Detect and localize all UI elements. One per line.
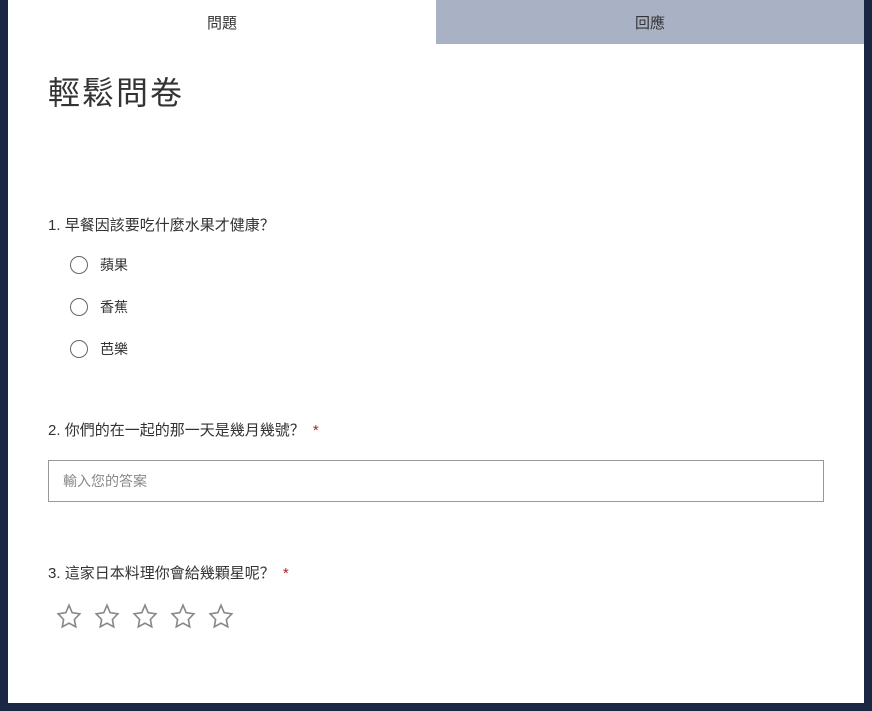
radio-option-2[interactable]: 香蕉	[70, 297, 824, 317]
question-2-text: 你們的在一起的那一天是幾月幾號？	[65, 422, 305, 439]
radio-label-1: 蘋果	[100, 255, 128, 275]
question-1-label: 1. 早餐因該要吃什麼水果才健康？	[48, 214, 824, 235]
radio-circle-icon	[70, 298, 88, 316]
star-rating	[48, 603, 824, 634]
outer-frame: 問題 回應 輕鬆問卷 1. 早餐因該要吃什麼水果才健康？ 蘋果 香	[0, 0, 872, 711]
question-1-text: 早餐因該要吃什麼水果才健康？	[65, 217, 275, 234]
question-2: 2. 你們的在一起的那一天是幾月幾號？ *	[48, 419, 824, 502]
tab-questions[interactable]: 問題	[8, 0, 436, 44]
radio-option-3[interactable]: 芭樂	[70, 339, 824, 359]
question-2-number: 2.	[48, 422, 61, 439]
question-3-label: 3. 這家日本料理你會給幾顆星呢？ *	[48, 562, 824, 583]
required-mark: *	[283, 565, 289, 582]
star-icon-2[interactable]	[94, 603, 120, 634]
star-icon-3[interactable]	[132, 603, 158, 634]
question-2-label: 2. 你們的在一起的那一天是幾月幾號？ *	[48, 419, 824, 440]
radio-option-1[interactable]: 蘋果	[70, 255, 824, 275]
question-1: 1. 早餐因該要吃什麼水果才健康？ 蘋果 香蕉 芭樂	[48, 214, 824, 359]
form-container: 問題 回應 輕鬆問卷 1. 早餐因該要吃什麼水果才健康？ 蘋果 香	[8, 0, 864, 703]
radio-circle-icon	[70, 340, 88, 358]
question-3-number: 3.	[48, 565, 61, 582]
tab-responses[interactable]: 回應	[436, 0, 864, 44]
answer-input[interactable]	[48, 460, 824, 502]
form-content: 輕鬆問卷 1. 早餐因該要吃什麼水果才健康？ 蘋果 香蕉	[8, 44, 864, 703]
form-title: 輕鬆問卷	[48, 68, 824, 114]
radio-circle-icon	[70, 256, 88, 274]
star-icon-4[interactable]	[170, 603, 196, 634]
question-1-number: 1.	[48, 217, 61, 234]
star-icon-5[interactable]	[208, 603, 234, 634]
radio-label-3: 芭樂	[100, 339, 128, 359]
radio-label-2: 香蕉	[100, 297, 128, 317]
question-1-options: 蘋果 香蕉 芭樂	[48, 255, 824, 359]
question-3-text: 這家日本料理你會給幾顆星呢？	[65, 565, 275, 582]
question-3: 3. 這家日本料理你會給幾顆星呢？ *	[48, 562, 824, 634]
tabs-bar: 問題 回應	[8, 0, 864, 44]
required-mark: *	[313, 422, 319, 439]
star-icon-1[interactable]	[56, 603, 82, 634]
